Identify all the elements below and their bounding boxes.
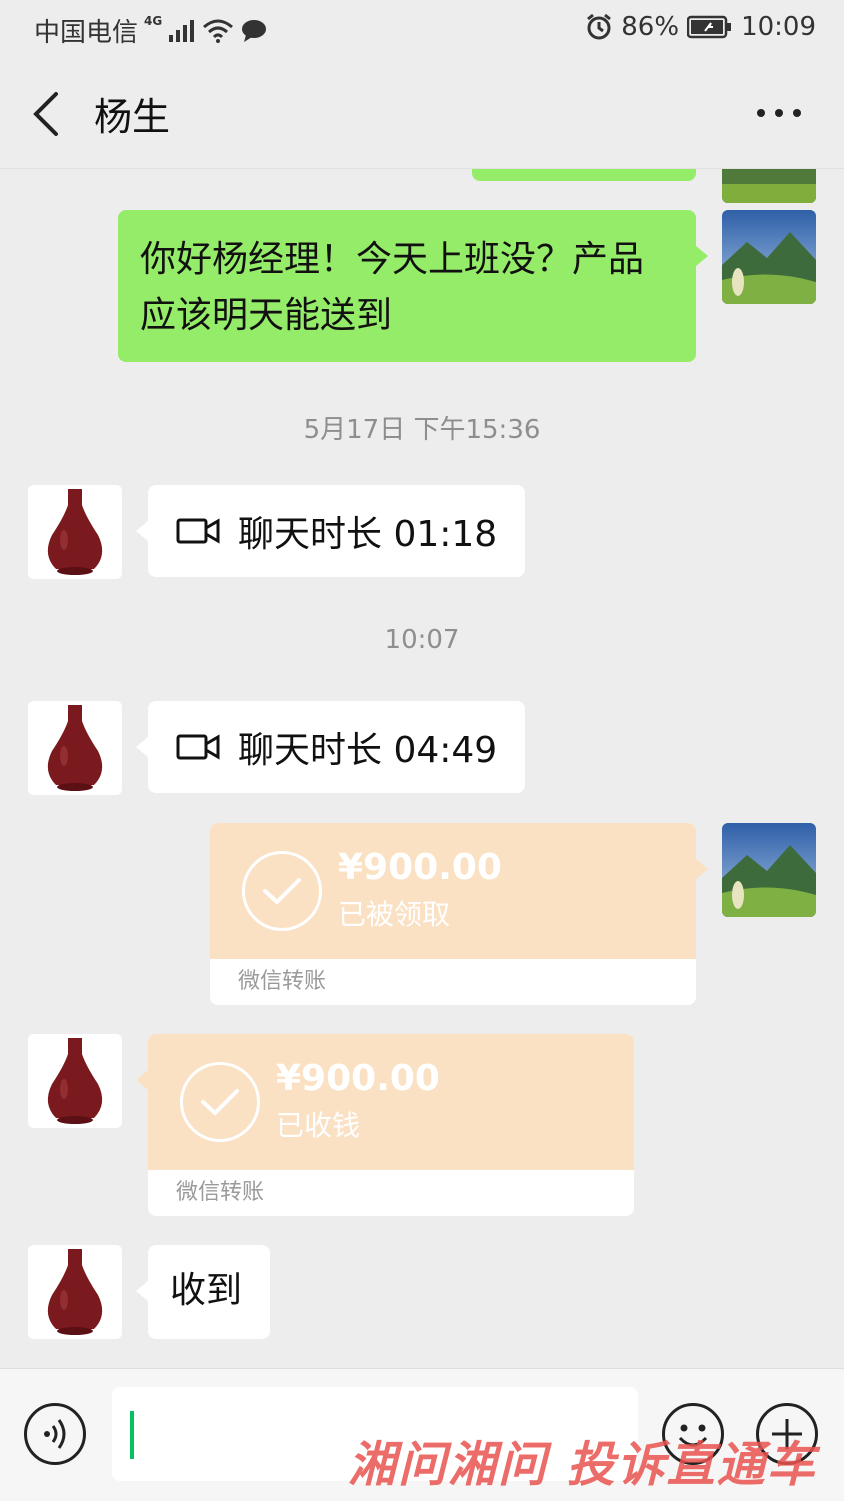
contact-avatar[interactable] [28, 485, 122, 579]
chat-area[interactable]: 你好杨经理！今天上班没？产品应该明天能送到 5月17日 下午15:36 聊天时长… [0, 169, 844, 1368]
bubble-tail [136, 521, 148, 541]
video-call-bubble[interactable]: 聊天时长 04:49 [148, 701, 525, 793]
contact-avatar[interactable] [28, 1245, 122, 1339]
contact-avatar[interactable] [28, 701, 122, 795]
transfer-footer: 微信转账 [176, 1180, 265, 1205]
transfer-card-self[interactable]: ¥900.00 已被领取 微信转账 [210, 823, 696, 1005]
transfer-status: 已被领取 [338, 898, 451, 931]
text-cursor [130, 1411, 134, 1459]
bubble-tail [136, 1070, 148, 1090]
video-call-bubble[interactable]: 聊天时长 01:18 [148, 485, 525, 577]
call-duration-label: 聊天时长 01:18 [238, 514, 498, 555]
chat-header: 杨生 [0, 58, 844, 169]
bubble-tail [696, 246, 708, 266]
voice-button[interactable] [24, 1403, 86, 1465]
signal-icon [169, 19, 195, 42]
message-text: 你好杨经理！今天上班没？产品应该明天能送到 [140, 239, 645, 336]
watermark-logo: 湘问湘问 投诉直通车 [348, 1437, 817, 1493]
wifi-icon [203, 19, 234, 43]
more-button[interactable] [754, 88, 804, 138]
video-camera-icon [176, 518, 220, 544]
check-circle-icon [242, 851, 322, 931]
landscape-avatar-icon [722, 823, 816, 917]
vase-avatar-icon [28, 701, 122, 795]
clock-label: 10:09 [741, 12, 816, 42]
bubble-tail [136, 1281, 148, 1301]
bubble-tail [696, 859, 708, 879]
voice-icon [44, 1419, 66, 1449]
self-avatar[interactable] [722, 169, 816, 203]
message-bubble-other[interactable]: 收到 [148, 1245, 270, 1339]
vase-avatar-icon [28, 1034, 122, 1128]
status-bar: 中国电信 4G 86% 10:09 [0, 0, 844, 58]
timestamp: 10:07 [384, 625, 460, 655]
input-bar: 湘问湘问 投诉直通车 [0, 1368, 844, 1501]
message-bubble-self[interactable]: 你好杨经理！今天上班没？产品应该明天能送到 [118, 210, 696, 362]
battery-percent: 86% [621, 12, 680, 42]
carrier-label: 中国电信 [34, 18, 139, 48]
transfer-amount: ¥900.00 [276, 1058, 440, 1099]
status-left: 中国电信 4G [34, 12, 268, 49]
alarm-icon [587, 13, 612, 40]
battery-icon [687, 15, 732, 39]
status-right: 86% 10:09 [585, 12, 816, 42]
vase-avatar-icon [28, 1245, 122, 1339]
video-camera-icon [176, 734, 220, 760]
message-icon [242, 19, 267, 42]
transfer-footer: 微信转账 [238, 969, 327, 994]
network-label: 4G [144, 13, 163, 28]
self-avatar[interactable] [722, 823, 816, 917]
transfer-card-other[interactable]: ¥900.00 已收钱 微信转账 [148, 1034, 634, 1216]
landscape-avatar-icon [722, 169, 816, 203]
vase-avatar-icon [28, 485, 122, 579]
check-circle-icon [180, 1062, 260, 1142]
back-button[interactable] [26, 88, 70, 140]
chat-title: 杨生 [94, 95, 171, 139]
contact-avatar[interactable] [28, 1034, 122, 1128]
chevron-left-icon [33, 92, 58, 136]
landscape-avatar-icon [722, 210, 816, 304]
message-text: 收到 [170, 1270, 243, 1311]
timestamp: 5月17日 下午15:36 [303, 415, 541, 445]
more-dots-icon [757, 109, 801, 117]
bubble-tail [136, 737, 148, 757]
call-duration-label: 聊天时长 04:49 [238, 730, 498, 771]
transfer-status: 已收钱 [276, 1109, 361, 1142]
transfer-amount: ¥900.00 [338, 847, 502, 888]
previous-message-bubble[interactable] [472, 169, 696, 181]
self-avatar[interactable] [722, 210, 816, 304]
